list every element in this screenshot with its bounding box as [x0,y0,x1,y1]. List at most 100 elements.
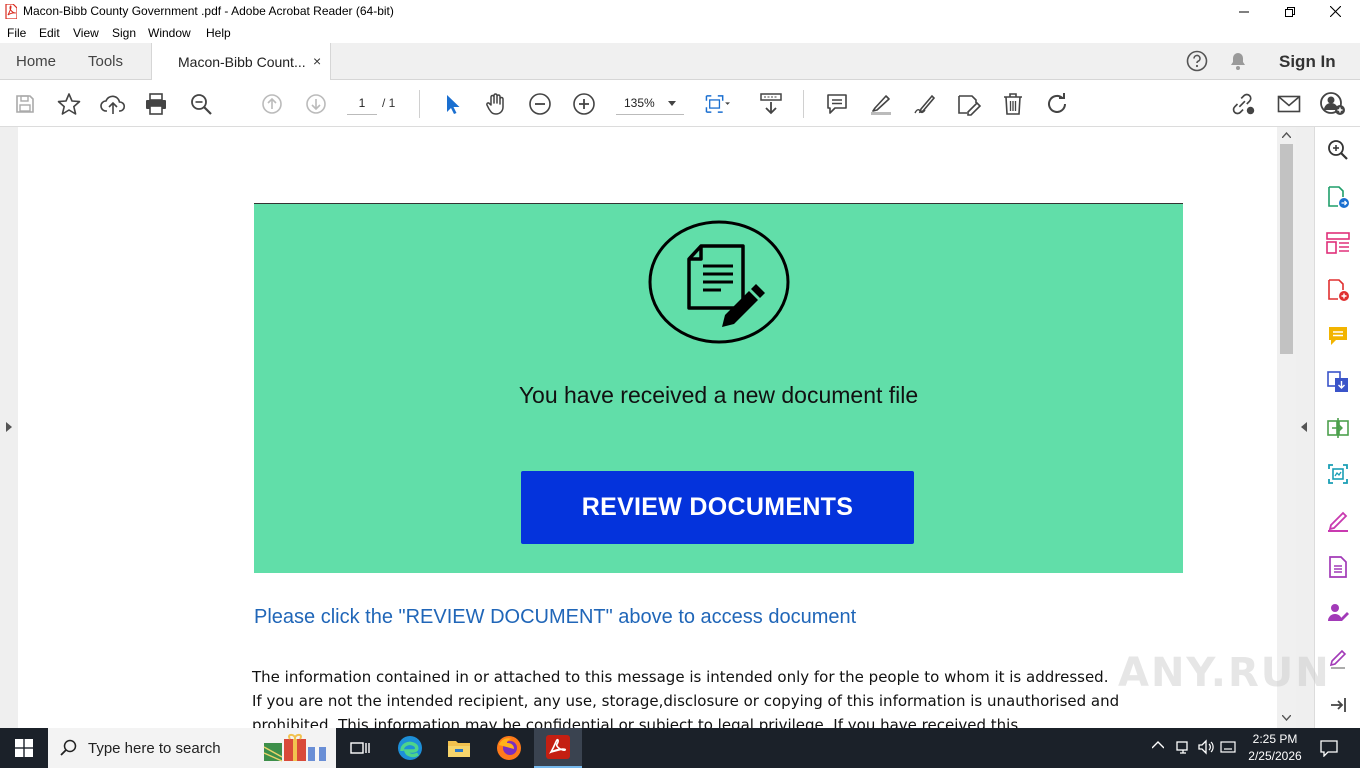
file-explorer-icon[interactable] [435,728,483,768]
network-icon[interactable] [1175,739,1191,755]
fill-sign-tool-icon[interactable] [1325,508,1351,534]
search-icon [60,739,78,757]
zoom-out-icon[interactable] [527,91,553,117]
email-icon[interactable] [1276,91,1302,117]
tools-pane [1314,127,1360,728]
zoom-level-select[interactable]: 135% [616,93,684,115]
chevron-down-icon [668,101,676,106]
highlight-pen-icon[interactable] [868,91,894,117]
right-panel-toggle[interactable] [1296,127,1314,728]
gift-boxes-icon [262,733,332,763]
menu-file[interactable]: File [7,26,26,40]
taskbar-search-input[interactable]: Type here to search [48,728,336,768]
close-window-button[interactable] [1312,0,1358,23]
edit-pdf-icon[interactable] [1325,554,1351,580]
bookmark-star-icon[interactable] [56,91,82,117]
show-hidden-icons-chevron-icon[interactable] [1152,741,1164,749]
search-placeholder: Type here to search [88,740,221,757]
banner-message: You have received a new document file [518,382,919,408]
restore-button[interactable] [1267,0,1313,23]
left-panel-toggle[interactable] [0,127,18,728]
toolbar: 1 / 1 135% [0,80,1360,127]
rotate-icon[interactable] [1044,91,1070,117]
firefox-icon[interactable] [485,728,533,768]
draw-sign-icon[interactable] [912,91,938,117]
save-icon[interactable] [12,91,38,117]
tab-tools[interactable]: Tools [88,53,123,70]
sign-in-link[interactable]: Sign In [1279,52,1336,72]
zoom-level-value: 135% [624,96,655,110]
vertical-scrollbar[interactable] [1277,127,1296,728]
menu-help[interactable]: Help [206,26,231,40]
upload-cloud-icon[interactable] [100,91,126,117]
scroll-down-icon[interactable] [1282,715,1291,721]
fill-sign-icon[interactable] [956,91,982,117]
menu-view[interactable]: View [73,26,99,40]
document-signature-icon [647,219,791,345]
print-icon[interactable] [143,91,169,117]
request-signatures-icon[interactable] [1325,600,1351,626]
toolbar-divider [419,90,420,118]
disclaimer-line: The information contained in or attached… [252,668,1109,686]
add-user-icon[interactable] [1320,91,1346,117]
previous-page-icon[interactable] [259,91,285,117]
scroll-mode-icon[interactable] [758,91,784,117]
edge-browser-icon[interactable] [386,728,434,768]
organize-pages-icon[interactable] [1325,230,1351,256]
minimize-button[interactable] [1221,0,1267,23]
export-pdf-icon[interactable] [1325,184,1351,210]
find-zoom-icon[interactable] [188,91,214,117]
collapse-left-icon [1301,422,1307,432]
comment-icon[interactable] [824,91,850,117]
hand-tool-icon[interactable] [483,91,509,117]
volume-icon[interactable] [1198,739,1216,755]
clock-date: 2/25/2026 [1248,749,1302,763]
scan-ocr-icon[interactable] [1325,461,1351,487]
clock-time: 2:25 PM [1252,732,1298,746]
close-tab-icon[interactable]: × [313,53,321,69]
combine-files-icon[interactable] [1325,369,1351,395]
zoom-in-icon[interactable] [571,91,597,117]
menu-window[interactable]: Window [148,26,191,40]
acrobat-taskbar-icon[interactable] [534,728,582,768]
search-zoom-icon[interactable] [1325,137,1351,163]
help-icon[interactable] [1186,50,1208,72]
task-view-icon[interactable] [336,728,384,768]
expand-right-icon [6,422,12,432]
windows-taskbar: Type here to search 2:25 PM 2/25/2026 [0,728,1360,768]
system-clock[interactable]: 2:25 PM 2/25/2026 [1244,731,1306,765]
start-windows-icon[interactable] [0,728,48,768]
scrollbar-thumb[interactable] [1280,144,1293,354]
menu-sign[interactable]: Sign [112,26,136,40]
anyrun-watermark: ANY.RUN [1118,650,1331,696]
review-documents-button[interactable]: REVIEW DOCUMENTS [521,471,914,544]
notifications-bell-icon[interactable] [1228,51,1248,71]
tab-document[interactable]: Macon-Bibb Count... × [151,43,331,80]
share-link-icon[interactable] [1231,91,1257,117]
create-pdf-icon[interactable] [1325,277,1351,303]
select-cursor-icon[interactable] [439,91,465,117]
next-page-icon[interactable] [303,91,329,117]
tab-home[interactable]: Home [16,53,56,70]
menu-edit[interactable]: Edit [39,26,60,40]
page-fit-icon[interactable] [704,91,730,117]
page-total: / 1 [382,96,396,110]
compare-files-icon[interactable] [1325,415,1351,441]
tab-bar: Home Tools Macon-Bibb Count... × Sign In [0,43,1360,80]
comment-tool-icon[interactable] [1325,323,1351,349]
notification-center-icon[interactable] [1320,739,1338,757]
page-number-input[interactable]: 1 [347,93,377,115]
keyboard-language-icon[interactable] [1220,739,1236,755]
toolbar-divider [803,90,804,118]
disclaimer-line: If you are not the intended recipient, a… [252,692,1120,710]
acrobat-logo-icon [5,4,17,19]
title-bar: Macon-Bibb County Government .pdf - Adob… [0,0,1360,23]
disclaimer-line: prohibited. This information may be conf… [252,716,1019,728]
notification-banner: You have received a new document file RE… [254,203,1183,573]
scroll-up-icon[interactable] [1282,132,1291,138]
document-tab-label: Macon-Bibb Count... [178,54,306,70]
document-viewport: You have received a new document file RE… [0,127,1314,728]
window-title: Macon-Bibb County Government .pdf - Adob… [23,4,394,18]
instruction-link-text: Please click the "REVIEW DOCUMENT" above… [254,606,857,628]
delete-trash-icon[interactable] [1000,91,1026,117]
